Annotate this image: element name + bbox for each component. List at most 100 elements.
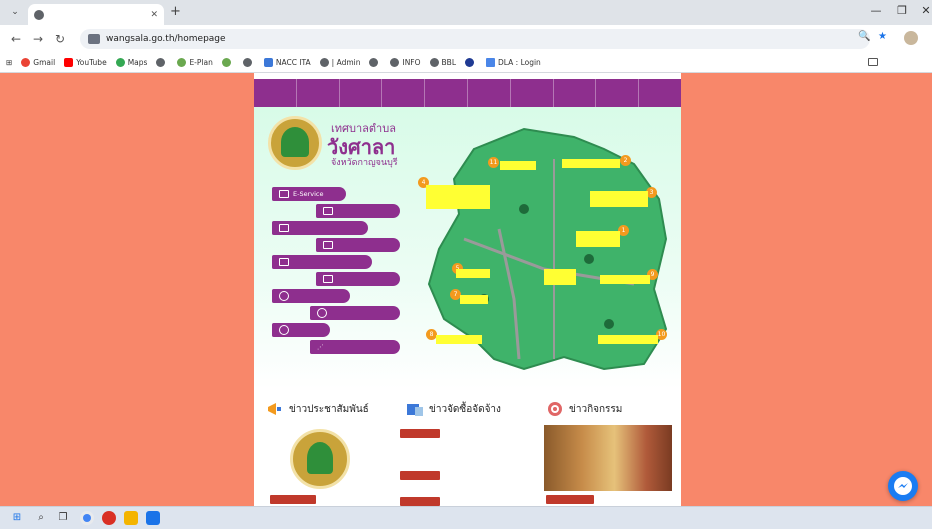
procurement-item-1[interactable] bbox=[442, 427, 538, 467]
hero-banner: เทศบาลตำบล วังศาลา จังหวัดกาญจนบุรี E-Se… bbox=[254, 107, 681, 389]
share-icon: ⋰ bbox=[317, 343, 324, 351]
map-label-6[interactable] bbox=[600, 275, 650, 284]
back-arrow-icon[interactable]: ← bbox=[8, 31, 24, 47]
forward-arrow-icon[interactable]: → bbox=[30, 31, 46, 47]
opera-icon[interactable] bbox=[102, 511, 116, 525]
map-marker-11[interactable]: 11 bbox=[488, 157, 499, 168]
window-close-button[interactable]: ✕ bbox=[916, 4, 932, 17]
folder-icon bbox=[486, 57, 496, 67]
profile-avatar[interactable] bbox=[904, 31, 918, 45]
side-button-video[interactable] bbox=[272, 323, 330, 337]
side-button-complaint[interactable] bbox=[272, 289, 350, 303]
reload-icon[interactable]: ↻ bbox=[52, 31, 68, 47]
news-column-procurement: ข่าวจัดซื้อจัดจ้าง bbox=[400, 389, 535, 506]
pr-news-date-badge bbox=[270, 495, 316, 504]
site-top-nav bbox=[254, 79, 681, 107]
bookmark-item[interactable]: E-Plan bbox=[177, 57, 213, 67]
chrome-icon[interactable] bbox=[80, 511, 94, 525]
bookmark-item[interactable] bbox=[221, 57, 234, 67]
apps-grid-icon[interactable]: ⊞ bbox=[6, 58, 12, 67]
side-button-manual[interactable] bbox=[316, 238, 400, 252]
tab-close-icon[interactable]: ✕ bbox=[150, 10, 158, 20]
bookmark-item[interactable]: INFO bbox=[390, 57, 421, 67]
scales-icon bbox=[323, 207, 333, 215]
bookmark-star-icon[interactable]: ★ bbox=[878, 31, 887, 42]
side-button-eservice[interactable]: E-Service bbox=[272, 187, 346, 201]
site-info-icon[interactable] bbox=[88, 34, 100, 44]
bookmark-item[interactable]: YouTube bbox=[64, 57, 107, 67]
zoom-icon[interactable]: 🔍 bbox=[858, 31, 870, 42]
chart-icon bbox=[279, 224, 289, 232]
map-label-8[interactable] bbox=[436, 335, 482, 344]
bookmark-item[interactable]: | Admin bbox=[319, 57, 360, 67]
bookmark-item[interactable] bbox=[242, 57, 255, 67]
side-button-knowledge[interactable] bbox=[316, 272, 400, 286]
new-tab-button[interactable]: + bbox=[170, 5, 181, 19]
side-button-legal[interactable] bbox=[316, 204, 400, 218]
address-bar[interactable]: wangsala.go.th/homepage bbox=[80, 29, 870, 49]
nav-item-home[interactable] bbox=[254, 79, 297, 107]
file-explorer-icon[interactable] bbox=[124, 511, 138, 525]
side-button-info-center[interactable] bbox=[272, 221, 368, 235]
all-bookmarks-button[interactable] bbox=[862, 52, 932, 72]
side-button-survey[interactable] bbox=[272, 255, 372, 269]
bookmark-item[interactable] bbox=[369, 57, 381, 67]
nav-item-news[interactable] bbox=[468, 79, 511, 107]
window-minimize-button[interactable]: — bbox=[866, 4, 886, 17]
bookmark-item[interactable]: NACC ITA bbox=[263, 57, 311, 67]
map-label-4[interactable] bbox=[426, 185, 490, 209]
map-label-5[interactable] bbox=[456, 269, 490, 278]
bookmark-item[interactable] bbox=[156, 57, 168, 67]
window-maximize-button[interactable]: ❐ bbox=[892, 4, 912, 17]
side-button-otop[interactable] bbox=[310, 306, 400, 320]
bookmark-item[interactable]: Maps bbox=[115, 57, 147, 67]
activity-news-date-badge bbox=[546, 495, 594, 504]
youtube-icon bbox=[64, 57, 74, 67]
nav-item-anticorruption[interactable] bbox=[596, 79, 640, 107]
nav-item-contact[interactable] bbox=[639, 79, 681, 107]
site-favicon-icon bbox=[34, 9, 44, 20]
nav-item-about[interactable] bbox=[297, 79, 340, 107]
map-label-7[interactable] bbox=[460, 295, 488, 304]
search-icon[interactable]: ⌕ bbox=[34, 511, 48, 525]
map-label-2[interactable] bbox=[562, 159, 620, 168]
map-label-10[interactable] bbox=[598, 335, 658, 344]
nav-item-structure[interactable] bbox=[340, 79, 383, 107]
start-windows-icon[interactable]: ⊞ bbox=[10, 511, 24, 525]
activity-news-photo[interactable] bbox=[544, 425, 672, 491]
bookmark-item[interactable]: BBL bbox=[429, 57, 456, 67]
procurement-item-3[interactable] bbox=[442, 495, 538, 504]
play-icon bbox=[279, 325, 289, 335]
page-viewport: เทศบาลตำบล วังศาลา จังหวัดกาญจนบุรี E-Se… bbox=[0, 73, 932, 506]
news-header-procurement: ข่าวจัดซื้อจัดจ้าง bbox=[400, 399, 535, 419]
side-button-links[interactable]: ⋰ bbox=[310, 340, 400, 354]
nav-item-services[interactable] bbox=[425, 79, 468, 107]
nav-item-documents[interactable] bbox=[511, 79, 554, 107]
map-label-11[interactable] bbox=[500, 161, 536, 170]
municipality-logo bbox=[268, 116, 322, 170]
bookmark-item[interactable] bbox=[465, 57, 477, 67]
browser-tab-active[interactable]: ✕ bbox=[28, 4, 164, 25]
map-label-3[interactable] bbox=[590, 191, 648, 207]
folder-icon bbox=[868, 58, 878, 66]
bookmarks-bar: ⊞ Gmail YouTube Maps E-Plan NACC ITA | A… bbox=[0, 52, 932, 73]
nav-item-law[interactable] bbox=[554, 79, 597, 107]
news-header-pr: ข่าวประชาสัมพันธ์ bbox=[260, 399, 395, 419]
district-map: 11 2 4 3 1 5 9 7 8 10 bbox=[404, 119, 674, 381]
tab-search-dropdown-icon[interactable]: ⌄ bbox=[8, 5, 22, 19]
procurement-badge-1 bbox=[400, 429, 440, 438]
store-icon[interactable] bbox=[146, 511, 160, 525]
map-label-9[interactable] bbox=[544, 269, 576, 285]
map-label-1[interactable] bbox=[576, 231, 620, 247]
procurement-item-2[interactable] bbox=[442, 469, 538, 493]
messenger-chat-button[interactable] bbox=[888, 471, 918, 501]
map-marker-2[interactable]: 2 bbox=[620, 155, 631, 166]
pr-news-thumbnail[interactable] bbox=[290, 429, 350, 489]
bookmark-item[interactable]: Gmail bbox=[21, 57, 55, 67]
task-view-icon[interactable]: ❐ bbox=[56, 511, 70, 525]
nacc-icon bbox=[263, 57, 273, 67]
bookmark-item[interactable]: DLA : Login bbox=[486, 57, 541, 67]
url-text: wangsala.go.th/homepage bbox=[106, 34, 226, 44]
nav-item-plans[interactable] bbox=[382, 79, 426, 107]
os-taskbar: ⊞ ⌕ ❐ bbox=[0, 506, 932, 529]
